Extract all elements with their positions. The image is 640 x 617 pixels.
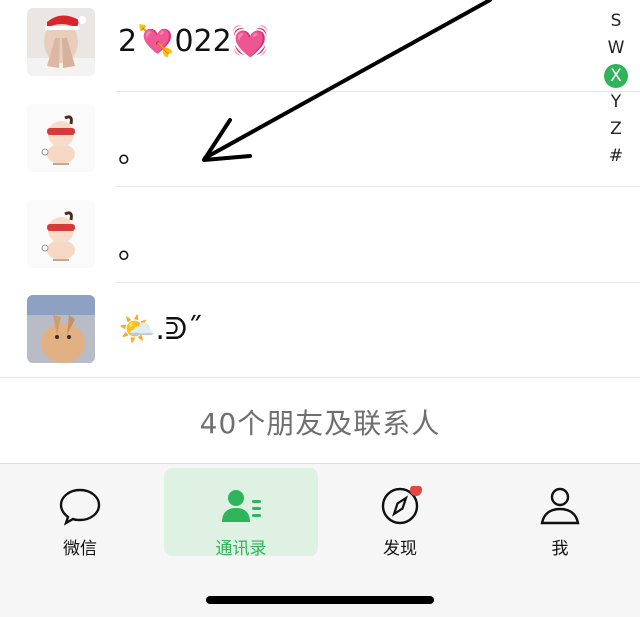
- index-letter-y[interactable]: Y: [604, 89, 628, 116]
- contact-avatar[interactable]: [27, 104, 95, 172]
- index-letter-w[interactable]: W: [604, 35, 628, 62]
- row-divider: [116, 186, 640, 187]
- tab-me-label: 我: [551, 539, 569, 559]
- person-icon: [540, 487, 580, 525]
- contact-name: 🌤️.ᕲ˝: [118, 312, 203, 347]
- tab-discover-label: 发现: [383, 539, 417, 559]
- contact-row[interactable]: 。: [0, 191, 640, 286]
- chat-bubble-icon: [59, 488, 101, 526]
- tab-me[interactable]: 我: [483, 468, 637, 559]
- tab-contacts[interactable]: 通讯录: [164, 468, 318, 559]
- alphabet-index-bar[interactable]: S W X Y Z #: [604, 8, 632, 170]
- tab-discover[interactable]: 发现: [323, 468, 477, 559]
- contact-avatar[interactable]: [27, 8, 95, 76]
- row-divider: [116, 282, 640, 283]
- index-letter-z[interactable]: Z: [604, 116, 628, 143]
- index-letter-x-active[interactable]: X: [604, 64, 628, 88]
- tab-contacts-label: 通讯录: [215, 539, 267, 559]
- home-indicator[interactable]: [206, 596, 434, 604]
- contact-avatar[interactable]: [27, 200, 95, 268]
- row-divider: [116, 91, 640, 92]
- contact-name: 。: [118, 231, 148, 266]
- contact-row[interactable]: 🌤️.ᕲ˝: [0, 286, 640, 381]
- bottom-tab-bar: 微信 通讯录 发现 我: [0, 463, 640, 617]
- contact-name: 。: [118, 135, 148, 170]
- contacts-icon: [222, 490, 261, 522]
- contact-row[interactable]: 。: [0, 95, 640, 190]
- index-letter-hash[interactable]: #: [604, 143, 628, 170]
- friend-count-label: 40个朋友及联系人: [199, 407, 441, 440]
- compass-icon: [381, 486, 422, 525]
- tab-chats[interactable]: 微信: [3, 468, 157, 559]
- contacts-screen: 2💘022💓 。 。 🌤️.ᕲ˝ S W X Y Z # 40个朋友及联系人 微…: [0, 0, 640, 617]
- contact-row[interactable]: 2💘022💓: [0, 0, 640, 95]
- contact-name: 2💘022💓: [118, 24, 270, 59]
- contact-avatar[interactable]: [27, 295, 95, 363]
- index-letter-s[interactable]: S: [604, 8, 628, 35]
- list-end-divider: [0, 377, 640, 378]
- tab-chats-label: 微信: [63, 539, 97, 559]
